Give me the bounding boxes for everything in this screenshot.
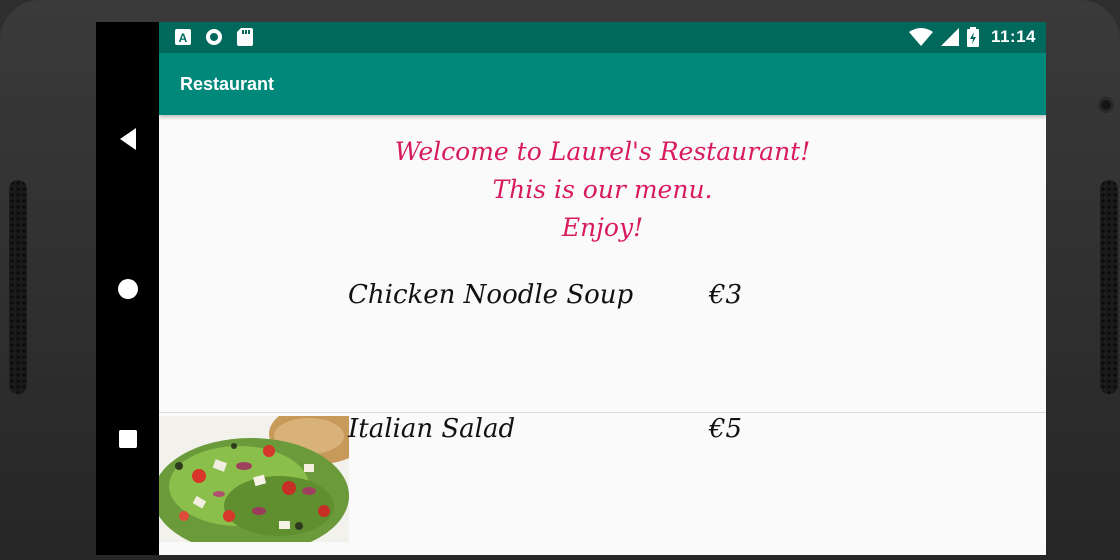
home-button[interactable] [96, 269, 159, 309]
welcome-line-3: Enjoy! [561, 213, 644, 242]
welcome-line-2: This is our menu. [492, 175, 713, 204]
app-bar: Restaurant [159, 53, 1046, 115]
recents-button[interactable] [96, 419, 159, 459]
salad-photo [159, 416, 349, 542]
menu-item-price: €3 [709, 280, 743, 310]
svg-text:A: A [179, 31, 188, 45]
app-screen: A 11:14 Restaurant Welcome to Laurel's R… [159, 22, 1046, 555]
speaker-grille-right [1100, 180, 1118, 394]
speaker-grille-left [9, 180, 27, 394]
recents-square-icon [118, 430, 137, 448]
back-button[interactable] [96, 119, 159, 159]
status-clock: 11:14 [990, 27, 1036, 46]
status-bar: A 11:14 [159, 22, 1046, 53]
menu-item-name: Italian Salad [348, 414, 516, 444]
menu-divider [159, 412, 1046, 413]
cell-signal-icon [940, 28, 959, 46]
navigation-bar [96, 22, 159, 555]
sd-card-icon [237, 28, 253, 46]
menu-item-name: Chicken Noodle Soup [348, 280, 634, 310]
a-notification-icon: A [175, 29, 191, 45]
welcome-line-1: Welcome to Laurel's Restaurant! [394, 137, 811, 166]
app-title: Restaurant [180, 74, 275, 94]
wifi-icon [908, 28, 933, 46]
circle-notification-icon [206, 29, 222, 45]
front-camera [1098, 97, 1114, 113]
menu-item-price: €5 [709, 414, 743, 444]
battery-charging-icon [966, 27, 979, 47]
device-frame: A 11:14 Restaurant Welcome to Laurel's R… [0, 0, 1120, 560]
back-triangle-icon [119, 128, 136, 150]
home-circle-icon [117, 279, 138, 299]
